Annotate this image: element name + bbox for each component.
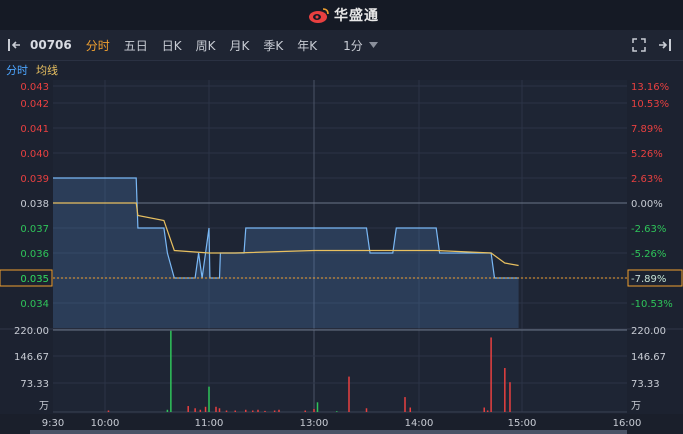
volume-bar [404, 397, 406, 412]
volume-bar [336, 411, 338, 412]
time-tick-label: 15:00 [508, 418, 537, 429]
volume-tick-label: 73.33 [20, 379, 49, 390]
time-tick-label: 11:00 [195, 418, 224, 429]
volume-bar [215, 406, 217, 412]
volume-bar [257, 409, 259, 412]
volume-bar [234, 410, 236, 412]
volume-tick-label: 73.33 [631, 379, 660, 390]
percent-tick-label: 5.26% [631, 149, 663, 160]
volume-bar [218, 408, 221, 412]
time-tick-label: 16:00 [613, 418, 642, 429]
price-tick-label: 0.040 [20, 149, 49, 160]
percent-tick-label: -2.63% [631, 224, 666, 235]
volume-panel-bg [53, 330, 627, 412]
price-tick-label: 0.042 [20, 99, 49, 110]
volume-bar [199, 409, 202, 412]
volume-bar [278, 409, 280, 412]
current-pct-label: -7.89% [631, 274, 666, 285]
volume-bar [208, 386, 210, 412]
percent-tick-label: -10.53% [631, 299, 673, 310]
percent-tick-label: 13.16% [631, 82, 669, 93]
price-tick-label: 0.039 [20, 174, 49, 185]
volume-tick-label: 220.00 [631, 326, 666, 337]
volume-bar [490, 337, 492, 412]
time-tick-label: 9:30 [42, 418, 64, 429]
volume-bar [204, 406, 207, 412]
volume-bar [252, 410, 254, 412]
volume-bar [225, 410, 228, 412]
volume-bar [486, 410, 489, 412]
percent-tick-label: -5.26% [631, 249, 666, 260]
time-scrollbar [30, 430, 627, 434]
volume-bar [504, 368, 506, 412]
time-tick-label: 13:00 [300, 418, 329, 429]
price-tick-label: 0.036 [20, 249, 49, 260]
price-tick-label: 0.037 [20, 224, 49, 235]
volume-bar [273, 410, 276, 412]
volume-bar [316, 402, 319, 412]
volume-bar [187, 406, 189, 412]
percent-axis: 13.16% 10.53% 7.89% 5.26% 2.63% 0.00% -2.63% -5… [631, 82, 673, 412]
volume-bar [483, 407, 485, 412]
price-tick-label: 0.043 [20, 82, 49, 93]
percent-tick-label: 10.53% [631, 99, 669, 110]
volume-tick-label: 220.00 [14, 326, 49, 337]
percent-tick-label: 2.63% [631, 174, 663, 185]
volume-bar [107, 410, 110, 412]
percent-tick-label: 0.00% [631, 199, 663, 210]
volume-bar [166, 409, 169, 412]
time-tick-label: 10:00 [91, 418, 120, 429]
volume-bar [409, 407, 411, 412]
volume-bar [304, 410, 306, 412]
volume-unit-label: 万 [39, 401, 49, 412]
volume-bar [264, 410, 266, 412]
price-tick-label: 0.034 [20, 299, 49, 310]
volume-bar [313, 409, 315, 412]
volume-bar [170, 330, 172, 412]
volume-bar [348, 376, 350, 412]
volume-bar [194, 408, 196, 412]
percent-tick-label: 7.89% [631, 124, 663, 135]
time-axis: 9:30 10:00 11:00 13:00 14:00 15:00 16:00 [0, 414, 683, 434]
volume-tick-label: 146.67 [631, 352, 666, 363]
intraday-chart[interactable]: 0.043 0.042 0.041 0.040 0.039 0.038 0.037 0.036… [0, 0, 683, 434]
price-tick-label: 0.041 [20, 124, 49, 135]
price-axis: 0.043 0.042 0.041 0.040 0.039 0.038 0.037 0.036… [14, 82, 49, 412]
current-price-label: 0.035 [20, 274, 49, 285]
volume-bar [245, 409, 247, 412]
volume-bar [509, 382, 511, 412]
volume-bar [365, 408, 368, 412]
volume-tick-label: 146.67 [14, 352, 49, 363]
price-tick-label: 0.038 [20, 199, 49, 210]
time-tick-label: 14:00 [405, 418, 434, 429]
volume-unit-label: 万 [631, 401, 641, 412]
